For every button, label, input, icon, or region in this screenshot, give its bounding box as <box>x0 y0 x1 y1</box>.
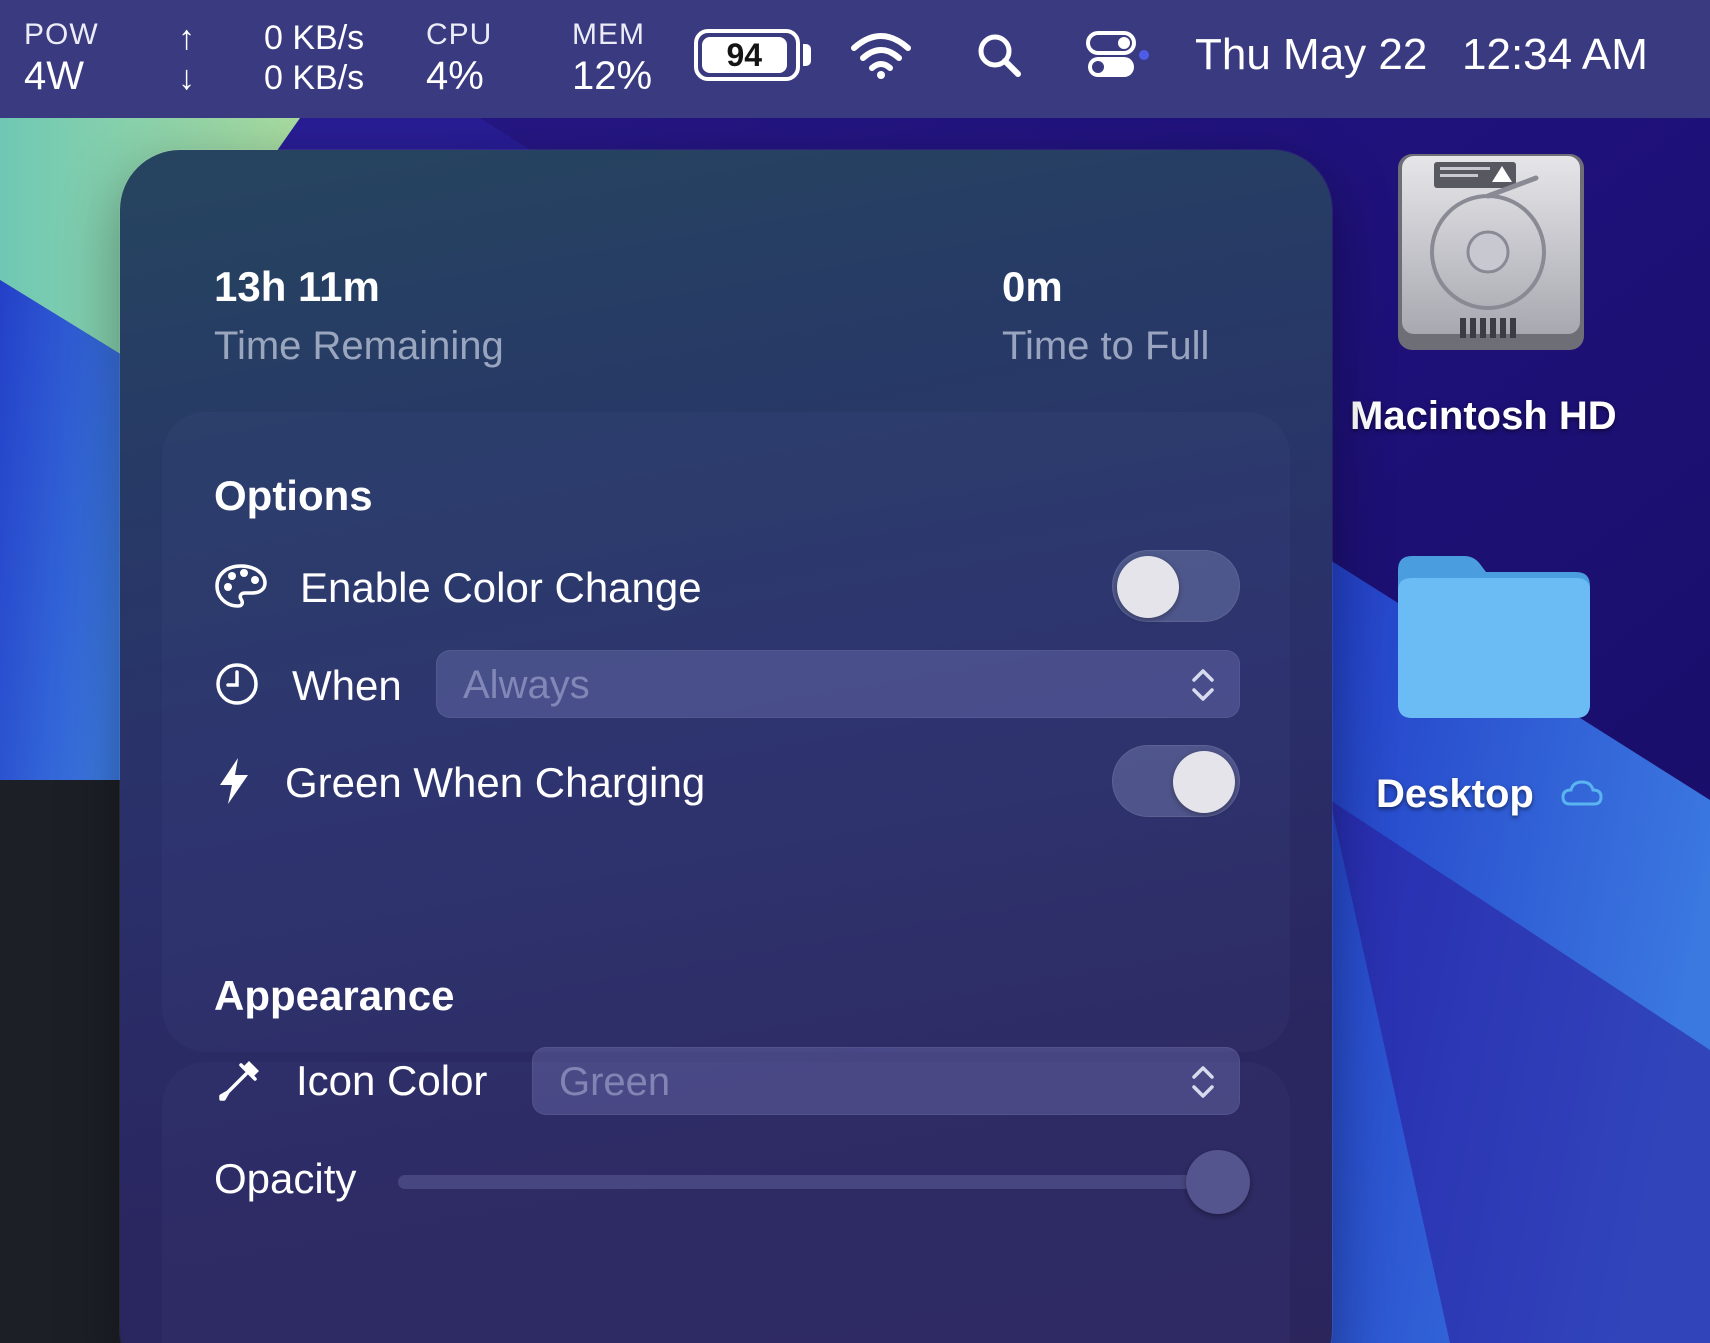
menubar-time[interactable]: 12:34 AM <box>1462 30 1648 80</box>
toggle-knob <box>1117 556 1179 618</box>
search-icon[interactable] <box>976 32 1022 78</box>
green-when-charging-toggle[interactable] <box>1112 745 1240 817</box>
icloud-icon <box>1561 780 1603 806</box>
battery-icon[interactable]: 94 <box>694 29 800 81</box>
icon-color-select[interactable]: Green <box>532 1047 1240 1115</box>
battery-fill: 94 <box>702 37 787 73</box>
opacity-slider-thumb[interactable] <box>1186 1150 1250 1214</box>
time-remaining-value: 13h 11m <box>214 263 380 310</box>
enable-color-change-label: Enable Color Change <box>300 564 702 611</box>
chevron-up-down-icon <box>1192 669 1214 701</box>
time-to-full-label: Time to Full <box>1002 324 1210 368</box>
clock-icon <box>216 663 258 705</box>
when-select[interactable]: Always <box>436 650 1240 718</box>
upload-arrow-icon: ↑ <box>178 19 195 57</box>
when-select-value: Always <box>463 663 590 707</box>
battery-popover: 13h 11m Time Remaining 0m Time to Full O… <box>120 150 1332 1343</box>
icon-color-label: Icon Color <box>296 1057 488 1104</box>
network-status[interactable]: 0 KB/s 0 KB/s <box>264 18 364 98</box>
wifi-icon[interactable] <box>850 30 912 80</box>
cpu-label: CPU <box>426 18 493 51</box>
time-to-full-stat: 0m Time to Full <box>1002 263 1210 368</box>
when-label: When <box>292 662 402 709</box>
menubar-date[interactable]: Thu May 22 <box>1195 30 1427 80</box>
green-when-charging-label: Green When Charging <box>285 759 706 806</box>
time-remaining-label: Time Remaining <box>214 324 504 368</box>
network-arrows: ↑ ↓ <box>178 18 195 98</box>
appearance-title: Appearance <box>214 972 455 1019</box>
battery-level: 94 <box>726 37 763 73</box>
battery-tip <box>803 44 811 66</box>
cpu-value: 4% <box>426 54 484 98</box>
cpu-status[interactable]: CPU 4% <box>426 18 493 98</box>
control-center-icon[interactable] <box>1086 30 1152 80</box>
icon-color-select-value: Green <box>559 1060 671 1104</box>
desktop-folder-label[interactable]: Desktop <box>1376 774 1534 814</box>
chevron-up-down-icon <box>1192 1066 1214 1098</box>
palette-icon <box>215 564 267 608</box>
memory-value: 12% <box>572 54 653 98</box>
opacity-label: Opacity <box>214 1155 357 1202</box>
eyedropper-icon <box>219 1061 259 1101</box>
power-value: 4W <box>24 54 84 98</box>
power-label: POW <box>24 18 99 51</box>
menu-bar: POW 4W ↑ ↓ 0 KB/s 0 KB/s CPU 4% MEM 12% … <box>0 0 1710 118</box>
time-remaining-stat: 13h 11m Time Remaining <box>214 263 504 368</box>
enable-color-change-toggle[interactable] <box>1112 550 1240 622</box>
bolt-icon <box>220 758 248 804</box>
time-to-full-value: 0m <box>1002 263 1063 310</box>
toggle-knob <box>1173 751 1235 813</box>
memory-label: MEM <box>572 18 645 51</box>
download-rate: 0 KB/s <box>264 59 365 97</box>
upload-rate: 0 KB/s <box>264 19 365 57</box>
hard-drive-icon[interactable] <box>1396 152 1586 352</box>
power-status[interactable]: POW 4W <box>24 18 99 98</box>
download-arrow-icon: ↓ <box>178 59 195 97</box>
options-title: Options <box>214 472 373 519</box>
macintosh-hd-label[interactable]: Macintosh HD <box>1350 396 1617 436</box>
opacity-slider[interactable] <box>398 1150 1250 1214</box>
memory-status[interactable]: MEM 12% <box>572 18 653 98</box>
folder-icon[interactable] <box>1392 552 1592 722</box>
